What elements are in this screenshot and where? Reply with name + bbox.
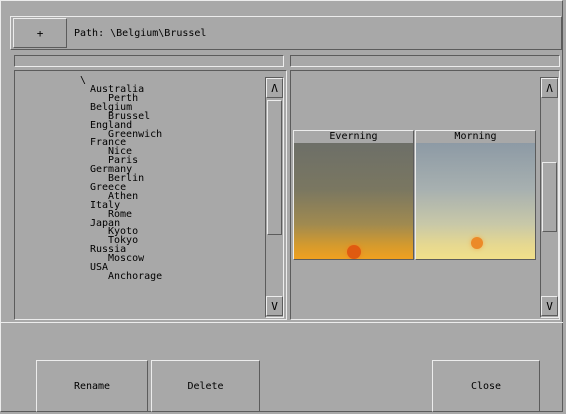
sunset-image — [294, 143, 413, 259]
add-button[interactable]: + — [13, 18, 67, 48]
bottom-divider — [0, 322, 563, 324]
tree-scroll-up-button[interactable]: Λ — [266, 78, 283, 98]
sunrise-image — [416, 143, 535, 259]
directory-tree: \ Australia Perth Belgium Brussel England Gre… — [80, 76, 260, 316]
tree-item-city[interactable]: Anchorage — [108, 271, 162, 281]
preview-header-bar — [290, 55, 560, 67]
down-arrow-icon: V — [271, 299, 278, 313]
rename-button[interactable]: Rename — [36, 360, 148, 412]
tree-header-bar — [14, 55, 284, 67]
tree-item-country[interactable]: USA — [90, 263, 108, 273]
path-label: Path: \Belgium\Brussel — [74, 27, 207, 39]
tree-scroll-down-button[interactable]: V — [266, 296, 283, 316]
tree-item-city[interactable]: Moscow — [108, 254, 144, 264]
tree-root[interactable]: \ — [80, 76, 86, 86]
up-arrow-icon: Λ — [271, 81, 278, 95]
sun-icon — [347, 245, 361, 259]
tree-scroll-thumb[interactable] — [267, 100, 282, 235]
delete-button[interactable]: Delete — [151, 360, 260, 412]
preview-scroll-thumb[interactable] — [542, 162, 557, 232]
thumbnail-morning[interactable]: Morning — [415, 130, 536, 260]
preview-scroll-up-button[interactable]: Λ — [541, 78, 558, 98]
down-arrow-icon: V — [546, 299, 553, 313]
preview-scroll-down-button[interactable]: V — [541, 296, 558, 316]
close-button[interactable]: Close — [432, 360, 540, 412]
thumbnail-evening[interactable]: Everning — [293, 130, 414, 260]
sun-icon — [471, 237, 483, 249]
up-arrow-icon: Λ — [546, 81, 553, 95]
